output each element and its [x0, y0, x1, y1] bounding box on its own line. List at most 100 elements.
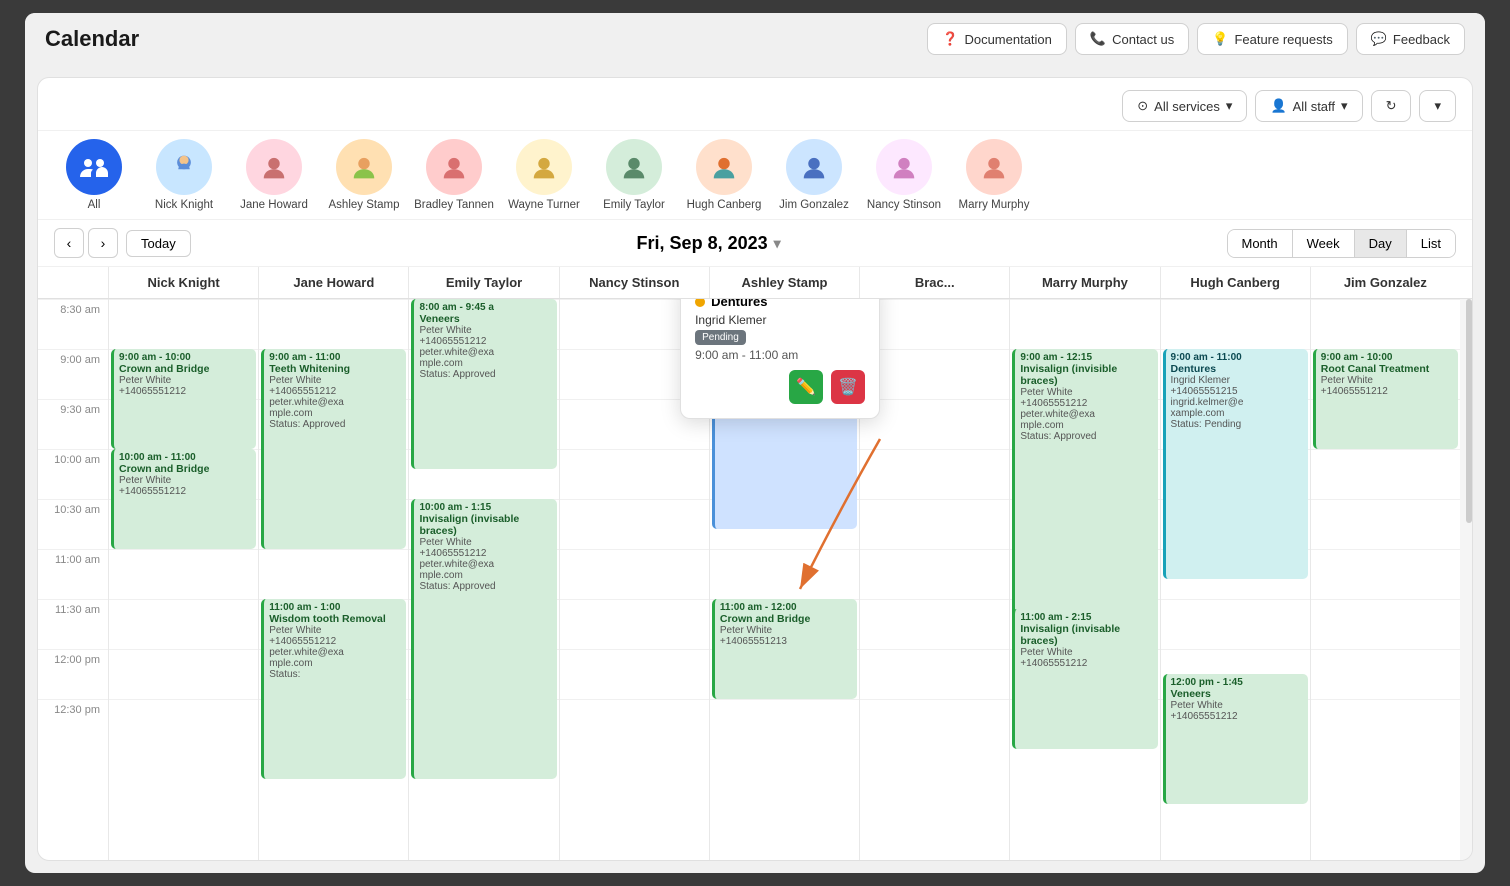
staff-col-emily: 8:00 am - 9:45 a Veneers Peter White +14… — [408, 299, 558, 860]
nav-arrows: ‹ › — [54, 228, 118, 258]
col-ashley: Ashley Stamp — [709, 267, 859, 298]
chevron-down-icon3: ▾ — [1434, 98, 1441, 114]
staff-item-wayne[interactable]: Wayne Turner — [504, 139, 584, 211]
col-hugh: Hugh Canberg — [1160, 267, 1310, 298]
app-title: Calendar — [45, 26, 139, 52]
event-jane-1[interactable]: 9:00 am - 11:00 Teeth Whitening Peter Wh… — [261, 349, 406, 549]
question-icon: ❓ — [942, 31, 958, 47]
scrollbar[interactable] — [1460, 299, 1472, 860]
timeslot-900: 9:00 am — [38, 349, 108, 399]
grid-body: 8:30 am 9:00 am 9:30 am 10:00 am 10:30 a… — [38, 299, 1472, 860]
staff-label-jane: Jane Howard — [240, 199, 308, 211]
event-hugh-1[interactable]: 9:00 am - 11:00 Dentures Ingrid Klemer +… — [1163, 349, 1308, 579]
avatar-nancy — [876, 139, 932, 195]
feature-requests-button[interactable]: 💡 Feature requests — [1197, 23, 1347, 55]
chevron-down-icon4: ▾ — [774, 235, 781, 252]
staff-item-emily[interactable]: Emily Taylor — [594, 139, 674, 211]
timeslot-930: 9:30 am — [38, 399, 108, 449]
prev-button[interactable]: ‹ — [54, 228, 84, 258]
event-jane-2[interactable]: 11:00 am - 1:00 Wisdom tooth Removal Pet… — [261, 599, 406, 779]
avatar-jane — [246, 139, 302, 195]
view-week-button[interactable]: Week — [1293, 230, 1355, 257]
event-marry-2[interactable]: 11:00 am - 2:15 Invisalign (invisable br… — [1012, 609, 1157, 749]
phone-icon: 📞 — [1090, 31, 1106, 47]
staff-item-nick[interactable]: Nick Knight — [144, 139, 224, 211]
avatar-emily — [606, 139, 662, 195]
popup-status: Pending — [695, 330, 746, 345]
staff-item-jane[interactable]: Jane Howard — [234, 139, 314, 211]
avatar-nick — [156, 139, 212, 195]
view-month-button[interactable]: Month — [1228, 230, 1293, 257]
chevron-down-icon: ▾ — [1226, 98, 1233, 114]
popup-actions: ✏️ 🗑️ — [695, 370, 865, 404]
staff-label-marry: Marry Murphy — [959, 199, 1030, 211]
timeslot-1030: 10:30 am — [38, 499, 108, 549]
refresh-icon: ↻ — [1386, 98, 1397, 114]
event-emily-2[interactable]: 10:00 am - 1:15 Invisalign (invisable br… — [411, 499, 556, 779]
popup-patient: Ingrid Klemer — [695, 313, 865, 327]
popup-edit-button[interactable]: ✏️ — [789, 370, 823, 404]
event-ashley-2[interactable]: 11:00 am - 12:00 Crown and Bridge Peter … — [712, 599, 857, 699]
staff-label-bradley: Bradley Tannen — [414, 199, 494, 211]
timeslot-1100: 11:00 am — [38, 549, 108, 599]
today-button[interactable]: Today — [126, 230, 191, 257]
staff-col-nick: 9:00 am - 10:00 Crown and Bridge Peter W… — [108, 299, 258, 860]
all-services-button[interactable]: ⊙ All services ▾ — [1122, 90, 1247, 122]
event-emily-1[interactable]: 8:00 am - 9:45 a Veneers Peter White +14… — [411, 299, 556, 469]
timeslot-830: 8:30 am — [38, 299, 108, 349]
col-nancy: Nancy Stinson — [559, 267, 709, 298]
staff-item-all[interactable]: All — [54, 139, 134, 211]
chat-icon: 💬 — [1371, 31, 1387, 47]
main-content: ⊙ All services ▾ 👤 All staff ▾ ↻ ▾ — [37, 77, 1473, 861]
staff-label-nick: Nick Knight — [155, 199, 213, 211]
popup-delete-button[interactable]: 🗑️ — [831, 370, 865, 404]
view-list-button[interactable]: List — [1407, 230, 1455, 257]
popup-service-name: Dentures — [711, 299, 767, 309]
lightbulb-icon: 💡 — [1212, 31, 1228, 47]
timeslot-1230: 12:30 pm — [38, 699, 108, 749]
app-frame: Calendar ❓ Documentation 📞 Contact us 💡 … — [25, 13, 1485, 873]
staff-label-all: All — [88, 199, 101, 211]
staff-item-hugh[interactable]: Hugh Canberg — [684, 139, 764, 211]
services-icon: ⊙ — [1137, 98, 1148, 114]
person-icon: 👤 — [1270, 98, 1286, 114]
avatar-bradley — [426, 139, 482, 195]
staff-label-hugh: Hugh Canberg — [687, 199, 762, 211]
all-staff-button[interactable]: 👤 All staff ▾ — [1255, 90, 1362, 122]
col-marry: Marry Murphy — [1009, 267, 1159, 298]
popup-time: 9:00 am - 11:00 am — [695, 348, 865, 362]
feedback-button[interactable]: 💬 Feedback — [1356, 23, 1465, 55]
staff-label-jim: Jim Gonzalez — [779, 199, 849, 211]
avatar-ashley — [336, 139, 392, 195]
staff-label-wayne: Wayne Turner — [508, 199, 580, 211]
calendar-nav: ‹ › Today Fri, Sep 8, 2023 ▾ Month Week … — [38, 220, 1472, 267]
event-nick-1[interactable]: 9:00 am - 10:00 Crown and Bridge Peter W… — [111, 349, 256, 449]
avatar-jim — [786, 139, 842, 195]
next-button[interactable]: › — [88, 228, 118, 258]
staff-col-jim: 9:00 am - 10:00 Root Canal Treatment Pet… — [1310, 299, 1460, 860]
scrollbar-thumb — [1466, 299, 1472, 523]
avatar-marry — [966, 139, 1022, 195]
refresh-button[interactable]: ↻ — [1371, 90, 1412, 122]
staff-label-nancy: Nancy Stinson — [867, 199, 941, 211]
staff-item-ashley[interactable]: Ashley Stamp — [324, 139, 404, 211]
contact-button[interactable]: 📞 Contact us — [1075, 23, 1189, 55]
staff-item-nancy[interactable]: Nancy Stinson — [864, 139, 944, 211]
event-nick-2[interactable]: 10:00 am - 11:00 Crown and Bridge Peter … — [111, 449, 256, 549]
col-nick: Nick Knight — [108, 267, 258, 298]
event-hugh-2[interactable]: 12:00 pm - 1:45 Veneers Peter White +140… — [1163, 674, 1308, 804]
appointment-popup: Dentures Ingrid Klemer Pending 9:00 am -… — [680, 299, 880, 419]
staff-col-bradley: Dentures Ingrid Klemer Pending 9:00 am -… — [859, 299, 1009, 860]
more-options-button[interactable]: ▾ — [1419, 90, 1456, 122]
view-day-button[interactable]: Day — [1355, 230, 1407, 257]
staff-item-marry[interactable]: Marry Murphy — [954, 139, 1034, 211]
col-jim: Jim Gonzalez — [1310, 267, 1460, 298]
staff-label-ashley: Ashley Stamp — [329, 199, 400, 211]
col-brac: Brac... — [859, 267, 1009, 298]
view-switcher: Month Week Day List — [1227, 229, 1457, 258]
staff-item-jim[interactable]: Jim Gonzalez — [774, 139, 854, 211]
documentation-button[interactable]: ❓ Documentation — [927, 23, 1067, 55]
event-jim-1[interactable]: 9:00 am - 10:00 Root Canal Treatment Pet… — [1313, 349, 1458, 449]
timeslot-1200: 12:00 pm — [38, 649, 108, 699]
staff-item-bradley[interactable]: Bradley Tannen — [414, 139, 494, 211]
